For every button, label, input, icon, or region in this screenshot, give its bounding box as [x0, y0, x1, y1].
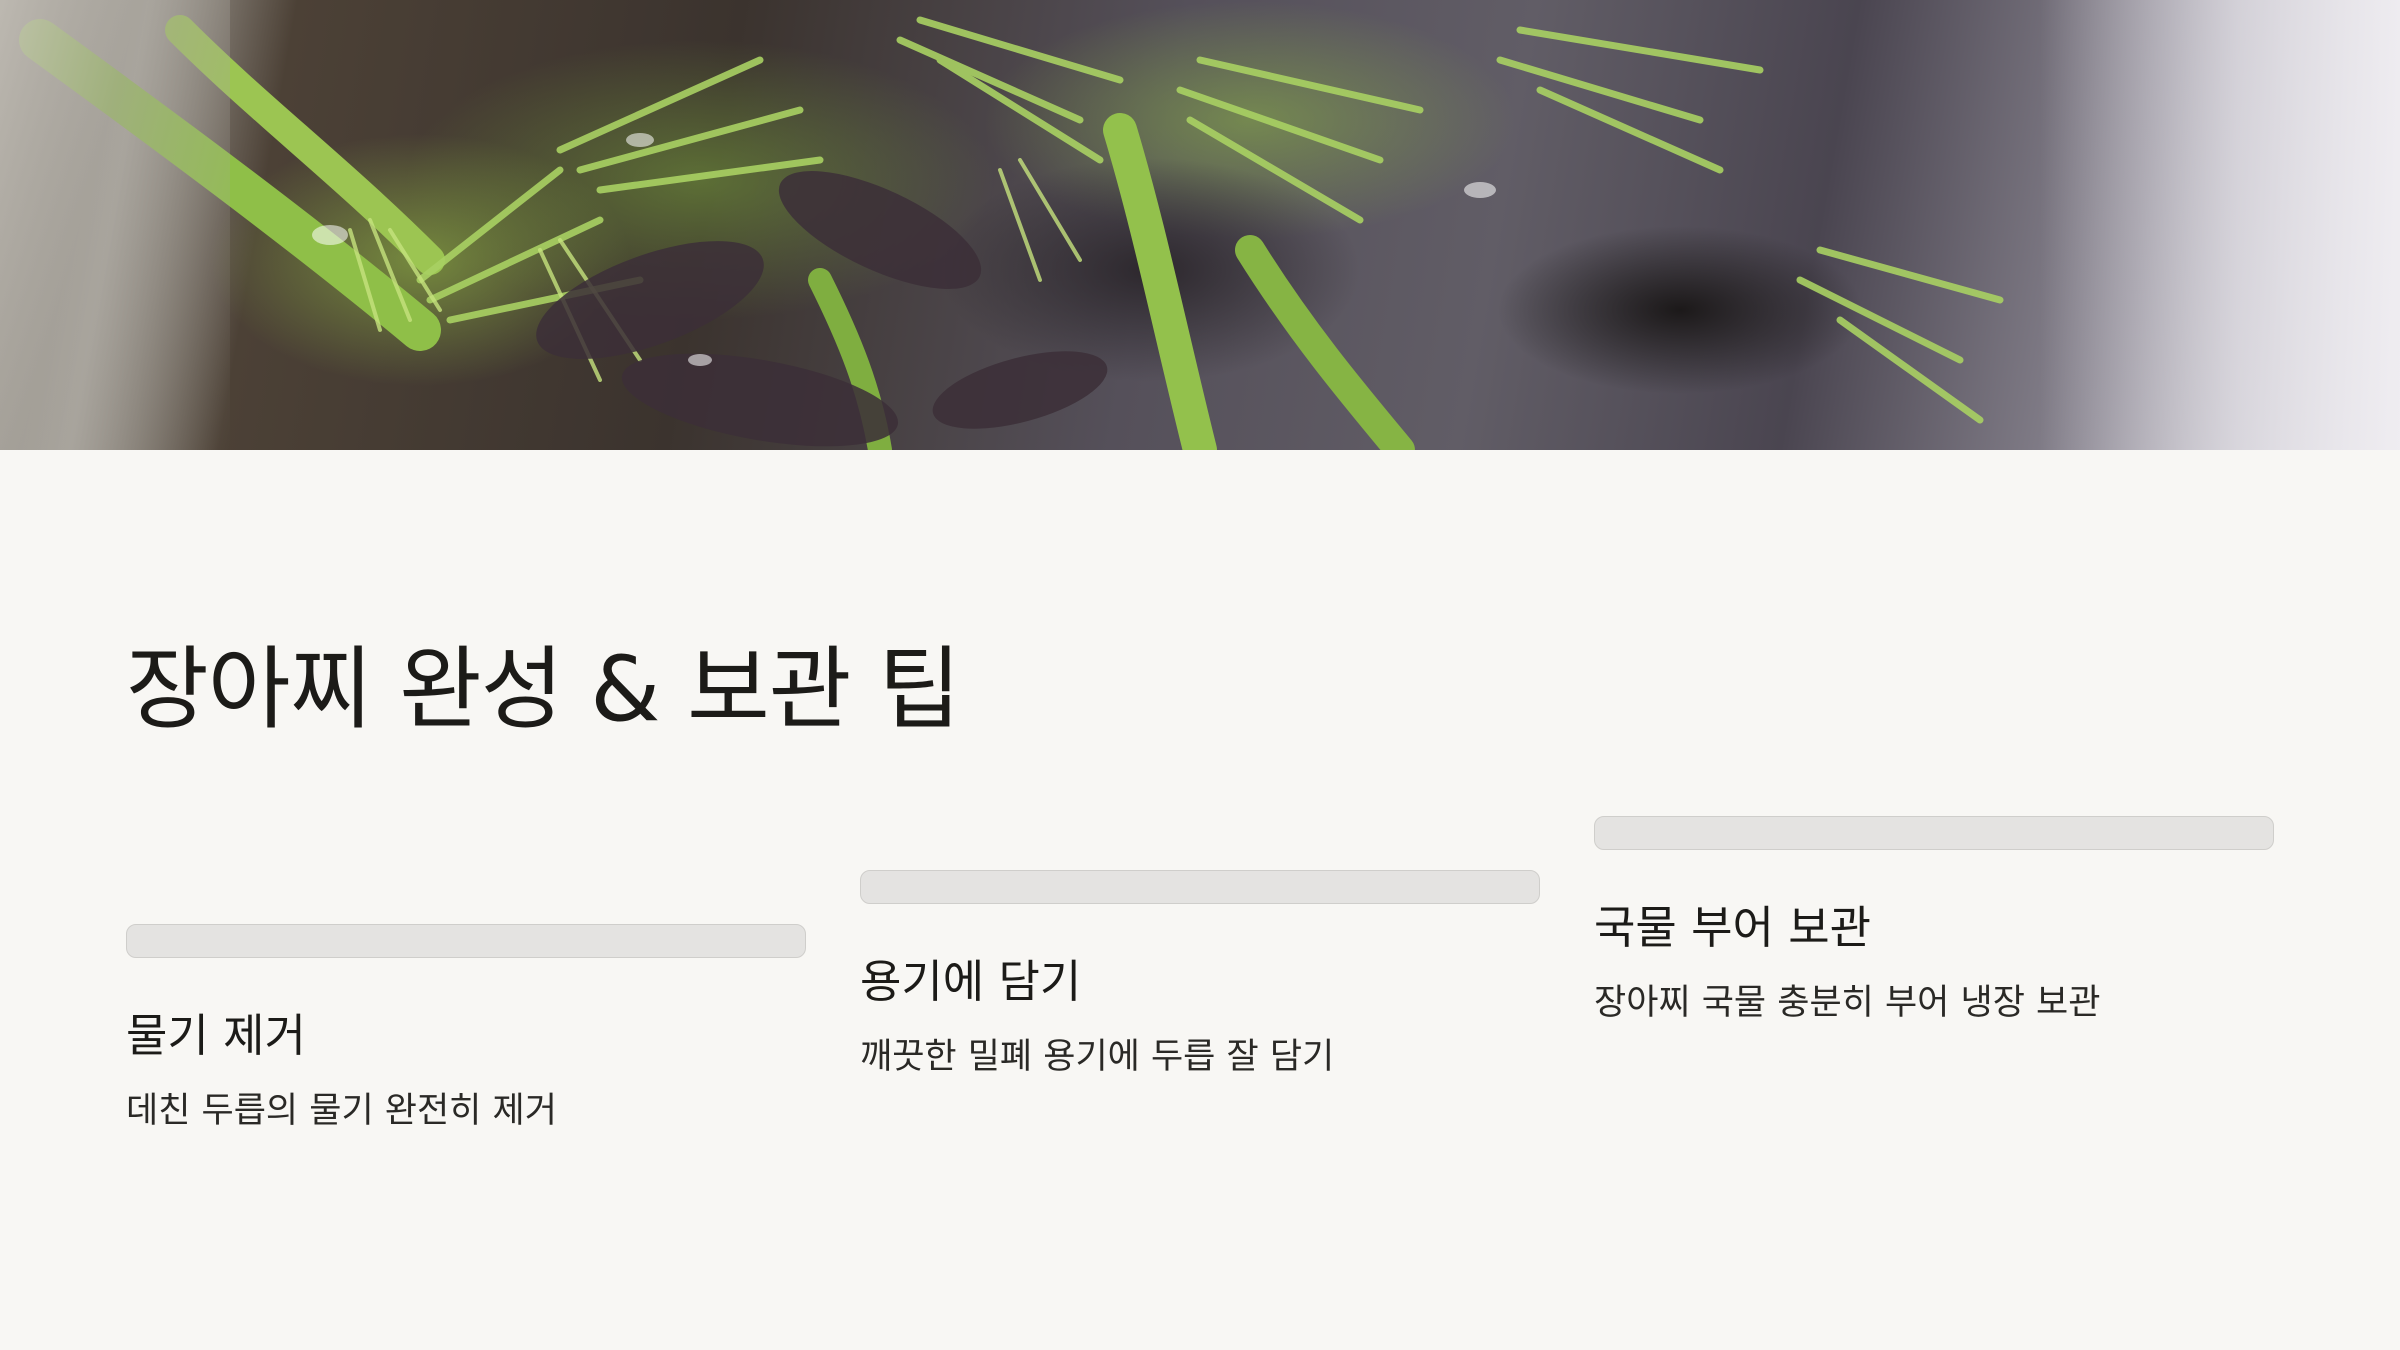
hero-image — [0, 0, 2400, 450]
step-bar — [860, 870, 1540, 904]
step-description: 장아찌 국물 충분히 부어 냉장 보관 — [1594, 982, 2101, 1023]
pot-rim — [0, 0, 230, 450]
step-title: 용기에 담기 — [860, 955, 1082, 1008]
slide-title: 장아찌 완성 & 보관 팁 — [126, 637, 961, 742]
step-card-drain: 물기 제거 데친 두릅의 물기 완전히 제거 — [126, 924, 806, 1132]
steam-overlay — [2040, 0, 2400, 450]
step-card-storage: 국물 부어 보관 장아찌 국물 충분히 부어 냉장 보관 — [1594, 816, 2274, 1024]
step-title: 물기 제거 — [126, 1009, 306, 1062]
step-description: 깨끗한 밀폐 용기에 두릅 잘 담기 — [860, 1036, 1335, 1077]
slide: 장아찌 완성 & 보관 팁 물기 제거 데친 두릅의 물기 완전히 제거 용기에… — [0, 0, 2400, 1350]
step-bar — [126, 924, 806, 958]
step-title: 국물 부어 보관 — [1594, 901, 1872, 954]
step-description: 데친 두릅의 물기 완전히 제거 — [126, 1090, 557, 1131]
step-card-container: 용기에 담기 깨끗한 밀폐 용기에 두릅 잘 담기 — [860, 870, 1540, 1078]
step-bar — [1594, 816, 2274, 850]
